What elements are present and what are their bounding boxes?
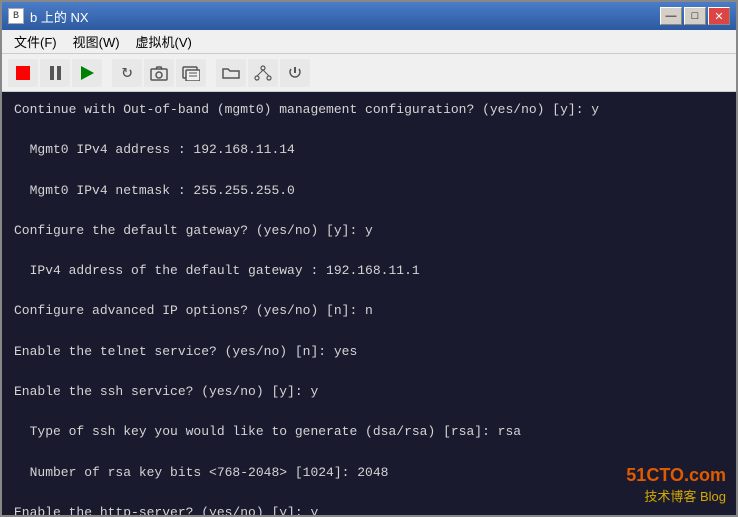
- menu-vm[interactable]: 虚拟机(V): [128, 30, 200, 53]
- pause-button[interactable]: [40, 59, 70, 87]
- watermark: 51CTO.com 技术博客 Blog: [626, 465, 726, 505]
- window-icon: B: [8, 8, 24, 24]
- stop-icon: [16, 66, 30, 80]
- camera-button[interactable]: [144, 59, 174, 87]
- maximize-button[interactable]: □: [684, 7, 706, 25]
- menu-view[interactable]: 视图(W): [65, 30, 128, 53]
- terminal-area[interactable]: Continue with Out-of-band (mgmt0) manage…: [2, 92, 736, 515]
- window-title: b 上的 NX: [30, 7, 89, 26]
- play-button[interactable]: [72, 59, 102, 87]
- power-button[interactable]: [280, 59, 310, 87]
- refresh-button[interactable]: ↻: [112, 59, 142, 87]
- watermark-top: 51CTO.com: [626, 465, 726, 486]
- refresh-icon: ↻: [122, 64, 133, 82]
- toolbar: ↻: [2, 54, 736, 92]
- camera-icon: [150, 65, 168, 81]
- title-bar: B b 上的 NX — □ ✕: [2, 2, 736, 30]
- folder-icon: [222, 65, 240, 81]
- play-icon: [81, 66, 94, 80]
- terminal-content: Continue with Out-of-band (mgmt0) manage…: [14, 100, 724, 515]
- watermark-bottom: 技术博客 Blog: [626, 486, 726, 505]
- close-button[interactable]: ✕: [708, 7, 730, 25]
- network-icon: [254, 65, 272, 81]
- minimize-button[interactable]: —: [660, 7, 682, 25]
- network-button[interactable]: [248, 59, 278, 87]
- screenshot-icon: [182, 65, 200, 81]
- title-buttons: — □ ✕: [660, 7, 730, 25]
- power-icon: [286, 65, 304, 81]
- stop-button[interactable]: [8, 59, 38, 87]
- folder-button[interactable]: [216, 59, 246, 87]
- main-window: B b 上的 NX — □ ✕ 文件(F) 视图(W) 虚拟机(V) ↻: [0, 0, 738, 517]
- title-bar-left: B b 上的 NX: [8, 7, 89, 26]
- screenshot2-button[interactable]: [176, 59, 206, 87]
- menu-file[interactable]: 文件(F): [6, 30, 65, 53]
- menu-bar: 文件(F) 视图(W) 虚拟机(V): [2, 30, 736, 54]
- pause-icon: [50, 66, 61, 80]
